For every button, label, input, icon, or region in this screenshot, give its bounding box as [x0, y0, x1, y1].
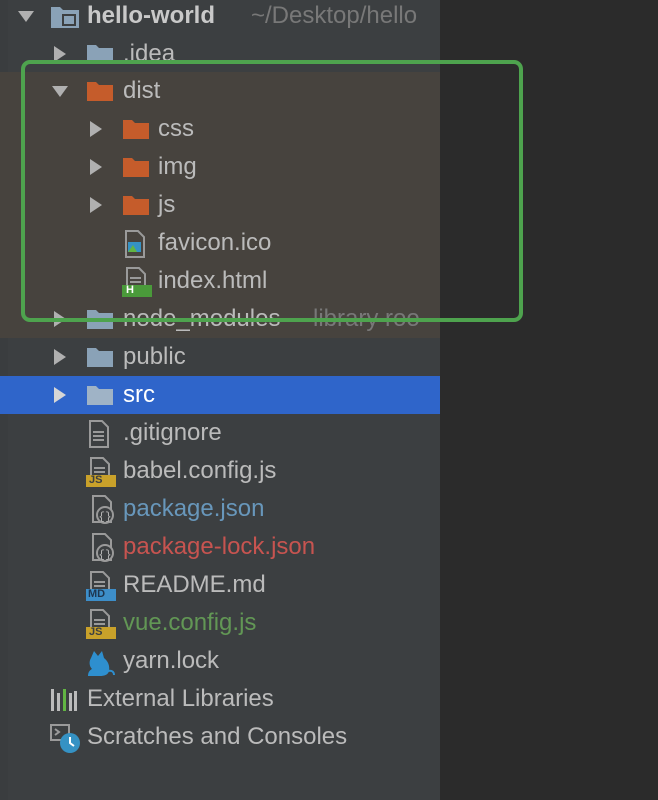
tree-row-root[interactable]: hello-world ~/Desktop/hello [0, 0, 440, 35]
yarn-cat-icon [88, 647, 116, 677]
js-file-icon: JS [86, 457, 118, 487]
md-badge: MD [88, 588, 106, 600]
project-name: hello-world [87, 2, 215, 29]
tree-item-label: yarn.lock [123, 647, 220, 674]
tree-item-label: Scratches and Consoles [87, 723, 348, 750]
tree-row-vue-config[interactable]: JS vue.config.js [0, 604, 440, 642]
svg-text:{}: {} [98, 550, 111, 562]
dist-highlight-box [21, 60, 523, 322]
tree-row-gitignore[interactable]: .gitignore [0, 414, 440, 452]
project-path: ~/Desktop/hello [251, 2, 418, 29]
tree-item-label: External Libraries [87, 685, 274, 712]
tree-row-package-json[interactable]: {} package.json [0, 490, 440, 528]
tree-item-label: README.md [123, 571, 266, 598]
project-folder-icon [50, 2, 79, 28]
tree-row-babel-config[interactable]: JS babel.config.js [0, 452, 440, 490]
expand-arrow-icon[interactable] [50, 338, 70, 376]
collapse-arrow-icon[interactable] [16, 0, 36, 35]
json-file-icon: {} [88, 533, 118, 563]
markdown-file-icon: MD [86, 571, 118, 601]
js-badge: JS [89, 474, 103, 486]
text-file-icon [88, 420, 114, 448]
json-file-icon: {} [88, 495, 118, 525]
libraries-icon [50, 687, 77, 713]
tree-row-yarn-lock[interactable]: yarn.lock [0, 642, 440, 680]
tree-row-external-libraries[interactable]: External Libraries [0, 680, 440, 718]
tree-item-label: babel.config.js [123, 457, 277, 484]
tree-item-label: public [123, 343, 186, 370]
js-file-icon: JS [86, 609, 118, 639]
tree-row-scratches[interactable]: Scratches and Consoles [0, 718, 440, 756]
folder-icon [86, 383, 113, 409]
expand-arrow-icon[interactable] [50, 376, 70, 414]
tree-item-label: vue.config.js [123, 609, 257, 636]
tree-item-label: src [123, 381, 155, 408]
js-badge: JS [89, 626, 103, 638]
tree-row-package-lock-json[interactable]: {} package-lock.json [0, 528, 440, 566]
tree-row-src[interactable]: src [0, 376, 440, 414]
scratches-clock-icon [50, 724, 82, 754]
folder-icon [86, 345, 113, 371]
tree-row-public[interactable]: public [0, 338, 440, 376]
svg-text:{}: {} [98, 512, 111, 524]
tree-item-label: .gitignore [123, 419, 222, 446]
tree-item-label: package-lock.json [123, 533, 316, 560]
tree-item-label: package.json [123, 495, 265, 522]
tree-row-readme[interactable]: MD README.md [0, 566, 440, 604]
